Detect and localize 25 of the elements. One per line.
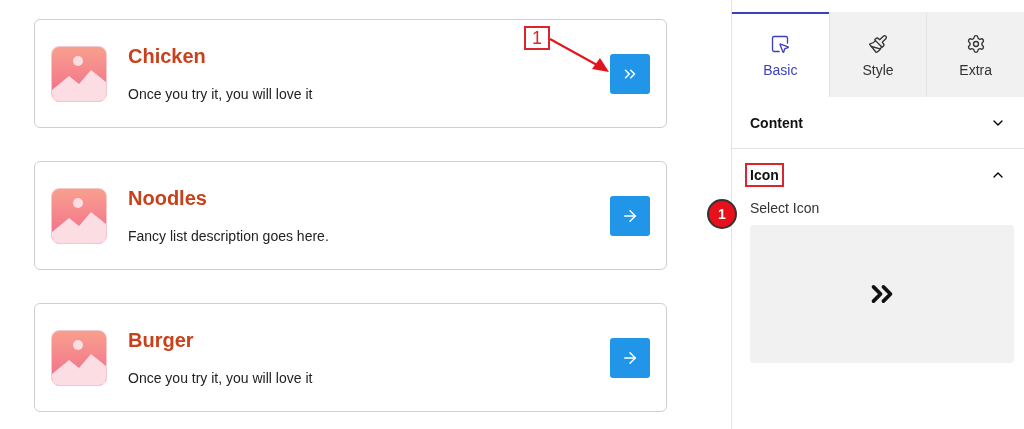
section-title: Icon: [747, 164, 782, 185]
callout-arrow: [549, 38, 611, 74]
section-header[interactable]: Content: [732, 97, 1024, 149]
image-placeholder-icon: [51, 45, 107, 102]
image-placeholder-icon: [51, 329, 107, 386]
item-description: Once you try it, you will love it: [128, 370, 314, 386]
item-link-button[interactable]: [610, 195, 650, 236]
cursor-icon: [770, 33, 791, 54]
callout-label: 1: [524, 26, 550, 50]
brush-icon: [868, 33, 888, 54]
section-header[interactable]: Icon: [732, 149, 1024, 200]
panel-tab[interactable]: Extra: [926, 12, 1024, 97]
panel-tab[interactable]: Style: [828, 12, 927, 97]
item-link-button[interactable]: [610, 337, 650, 378]
item-link-button[interactable]: [610, 53, 650, 94]
settings-icon: [965, 33, 986, 54]
callout-badge: 1: [707, 199, 737, 229]
field-label: Select Icon: [749, 200, 821, 216]
item-description: Once you try it, you will love it: [128, 86, 314, 102]
section-title: Content: [749, 113, 804, 133]
image-placeholder-icon: [51, 187, 107, 244]
item-title: Burger: [128, 329, 194, 352]
item-description: Fancy list description goes here.: [128, 228, 330, 244]
item-title: Noodles: [128, 187, 207, 210]
item-title: Chicken: [128, 45, 206, 68]
